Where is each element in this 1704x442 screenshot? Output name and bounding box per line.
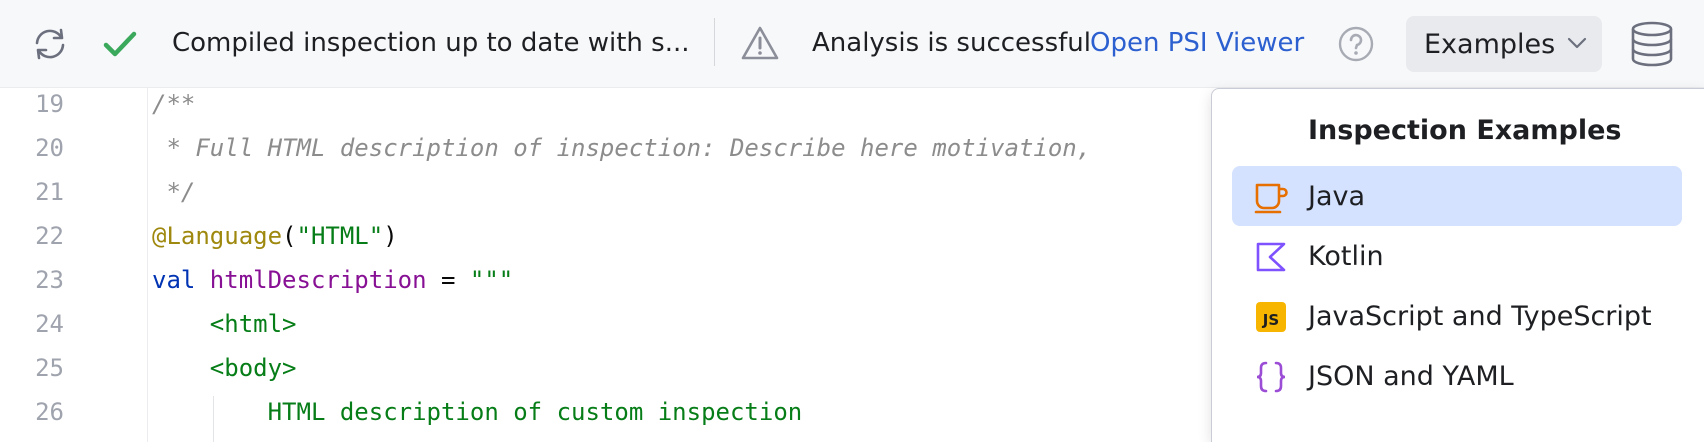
line-number: 22: [35, 222, 64, 250]
check-icon: [100, 26, 140, 62]
code-text: val htmlDescription = """: [152, 258, 513, 302]
java-cup-icon: [1254, 180, 1288, 214]
code-text: /**: [152, 82, 195, 126]
example-item-label: JavaScript and TypeScript: [1308, 300, 1652, 332]
examples-button-label: Examples: [1424, 28, 1556, 60]
example-item-json-yaml[interactable]: JSON and YAML: [1232, 346, 1682, 406]
code-text: @Language("HTML"): [152, 214, 398, 258]
toolbar: Compiled inspection up to date with s...…: [0, 0, 1704, 88]
line-number: 20: [35, 134, 64, 162]
code-token: ): [383, 222, 398, 250]
code-text: HTML description of custom inspection: [152, 390, 803, 434]
code-token: val: [152, 266, 210, 294]
code-token: =: [426, 266, 470, 294]
inspection-examples-popup: Inspection Examples Java Kotlin JS JavaS…: [1211, 88, 1704, 442]
line-number: 25: [35, 354, 64, 382]
code-token: HTML description of custom inspection: [152, 398, 803, 426]
code-text: */: [152, 170, 195, 214]
json-braces-icon: [1254, 360, 1288, 394]
line-number: 21: [35, 178, 64, 206]
code-text: <html>: [152, 302, 297, 346]
example-item-javascript[interactable]: JS JavaScript and TypeScript: [1232, 286, 1682, 346]
line-number: 24: [35, 310, 64, 338]
database-icon[interactable]: [1628, 20, 1676, 68]
analysis-status-text: Analysis is successful: [812, 28, 1091, 58]
examples-dropdown-button[interactable]: Examples: [1406, 16, 1602, 72]
compile-status-text: Compiled inspection up to date with s...: [172, 28, 690, 58]
code-token: * Full HTML description of inspection: D…: [152, 134, 1106, 162]
code-token: "HTML": [296, 222, 384, 250]
inspection-editor-window: Compiled inspection up to date with s...…: [0, 0, 1704, 442]
line-number: 19: [35, 90, 64, 118]
sync-icon[interactable]: [30, 24, 70, 64]
line-number: 26: [35, 398, 64, 426]
help-icon[interactable]: [1336, 24, 1376, 64]
example-item-label: JSON and YAML: [1308, 360, 1514, 392]
code-token: */: [152, 178, 196, 206]
code-token: <body>: [152, 354, 297, 382]
code-text: * Full HTML description of inspection: D…: [152, 126, 1106, 170]
svg-text:JS: JS: [1262, 311, 1279, 329]
code-token: """: [469, 266, 514, 294]
example-item-java[interactable]: Java: [1232, 166, 1682, 226]
code-token: @Language: [152, 222, 283, 250]
code-token: /**: [152, 90, 196, 118]
line-number: 23: [35, 266, 64, 294]
toolbar-divider: [714, 18, 715, 66]
kotlin-icon: [1254, 240, 1288, 274]
warning-icon: [738, 22, 782, 64]
code-token: htmlDescription: [209, 266, 427, 294]
code-token: (: [282, 222, 297, 250]
example-item-kotlin[interactable]: Kotlin: [1232, 226, 1682, 286]
chevron-down-icon: [1566, 35, 1588, 55]
example-item-label: Kotlin: [1308, 240, 1384, 272]
code-token: <html>: [152, 310, 297, 338]
open-psi-viewer-link[interactable]: Open PSI Viewer: [1090, 25, 1304, 61]
popup-title: Inspection Examples: [1308, 115, 1622, 146]
js-icon: JS: [1254, 300, 1288, 334]
code-text: <body>: [152, 346, 297, 390]
example-item-label: Java: [1308, 180, 1366, 212]
